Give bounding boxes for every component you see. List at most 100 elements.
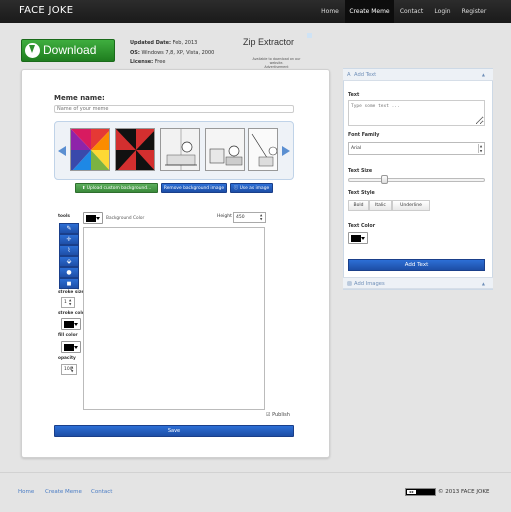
pencil-icon[interactable]: ✎ [59,223,79,234]
ad-download-button[interactable]: Download [21,39,115,62]
nav-home[interactable]: Home [315,0,345,23]
nav-login[interactable]: Login [429,0,456,23]
thumbnail-red-black[interactable] [115,128,155,171]
image-icon: ▨ [347,281,352,287]
text-color-swatch [351,235,361,242]
radial-pattern-icon [116,129,154,170]
add-text-header[interactable]: A Add Text ▲ [343,69,493,81]
creative-commons-icon[interactable]: cc [405,488,436,496]
ad-license-label: License: [130,59,154,65]
publish-label: Publish [272,412,290,418]
chevron-down-icon [74,323,78,326]
carousel-prev-icon[interactable] [58,146,66,156]
ad-small-line1: Available to download on our website. [252,57,301,65]
add-images-header-label: Add Images [354,281,385,287]
chevron-down-icon [361,237,365,240]
text-icon: A [347,72,351,78]
font-family-label: Font Family [348,133,380,138]
nav-contact[interactable]: Contact [394,0,429,23]
add-text-button[interactable]: Add Text [348,259,485,271]
meme-name-label: Meme name: [54,94,105,102]
opacity-label: opacity [58,356,76,361]
height-label: Height [217,214,232,219]
thumbnail-rage-comic-2[interactable] [205,128,245,171]
text-color-label: Text Color [348,224,376,229]
text-color-picker[interactable] [348,232,368,244]
text-size-slider-handle[interactable] [381,175,389,184]
stroke-size-label: stroke size [58,290,85,295]
save-button[interactable]: Save [54,425,294,437]
font-family-value: Arial [351,146,362,151]
ad-updated-value: Feb, 2013 [172,40,198,46]
publish-checkbox[interactable]: ☑ Publish [266,412,290,418]
background-color-picker[interactable] [83,212,103,224]
ad-info: Updated Date: Feb, 2013 OS: Windows 7,8,… [130,39,214,68]
use-as-image-label: Use as image [239,186,270,191]
fill-color-label: fill color [58,333,78,338]
comic-panel-icon [161,129,199,170]
spinner-arrows-icon[interactable]: ▲ ▼ [69,298,73,306]
thumbnail-rage-comic-1[interactable] [160,128,200,171]
opacity-input[interactable]: 100 ▲ ▼ [61,364,77,375]
ad-os-label: OS: [130,49,140,56]
ad-choices-icon[interactable] [307,33,312,38]
select-arrows-icon: ▲ ▼ [478,144,483,153]
copyright-text: © 2013 FACE JOKE [438,489,490,495]
ad-updated-label: Updated Date: [130,40,171,46]
underline-button[interactable]: Underline [392,200,430,211]
text-style-label: Text Style [348,191,375,196]
circle-icon[interactable]: ● [59,267,79,278]
ad-os-value: Windows 7,8, XP, Vista, 2000 [141,49,215,56]
meme-name-input[interactable] [54,105,294,113]
carousel-next-icon[interactable] [282,146,290,156]
use-as-image-button[interactable]: ⓘ Use as image [230,183,273,193]
move-icon[interactable]: ✛ [59,234,79,245]
text-label: Text [348,93,360,98]
footer-link-contact[interactable]: Contact [91,489,112,495]
chevron-down-icon [96,217,100,220]
remove-background-button[interactable]: Remove background image [161,183,227,193]
stroke-size-value: 1 [64,300,67,305]
thumbnail-rage-comic-3[interactable] [248,128,278,171]
text-size-slider[interactable] [348,178,485,182]
text-size-label: Text Size [348,169,373,174]
spinner-arrows-icon[interactable]: ▲ ▼ [260,213,264,221]
nav-register[interactable]: Register [456,0,492,23]
stroke-color-picker[interactable] [61,318,81,330]
ad-small-text: Available to download on our website. Ad… [249,57,304,69]
navbar: FACE JOKE Home Create Meme Contact Login… [0,0,511,23]
bold-button[interactable]: Bold [348,200,369,211]
footer-link-create-meme[interactable]: Create Meme [45,489,82,495]
tools-label: tools [58,214,70,219]
height-input[interactable]: 450 ▲ ▼ [233,212,266,223]
background-color-label: Background Color [106,216,145,221]
comic-panel-icon [249,129,277,170]
italic-button[interactable]: Italic [369,200,392,211]
bucket-icon[interactable]: ⬙ [59,256,79,267]
thumbnail-color-wheel[interactable] [70,128,110,171]
fill-color-swatch [64,344,74,351]
brand-logo[interactable]: FACE JOKE [19,5,73,16]
font-family-select[interactable]: Arial ▲ ▼ [348,142,485,155]
collapse-icon[interactable]: ▲ [482,69,485,81]
square-icon[interactable]: ■ [59,278,79,289]
nav-create-meme[interactable]: Create Meme [345,0,394,23]
download-arrow-icon [25,43,40,58]
add-images-header[interactable]: ▨ Add Images ▲ [343,277,493,289]
stroke-color-swatch [64,321,74,328]
spinner-arrows-icon[interactable]: ▲ ▼ [71,365,75,373]
expand-icon[interactable]: ▲ [482,278,485,290]
background-color-swatch [86,215,96,222]
stroke-size-input[interactable]: 1 ▲ ▼ [61,297,75,308]
fill-color-picker[interactable] [61,341,81,353]
height-value: 450 [236,215,245,220]
meme-canvas[interactable] [83,227,265,410]
upload-background-button[interactable]: ⬆ Upload custom background... [75,183,158,193]
text-input[interactable] [348,100,485,126]
color-wheel-icon [71,129,109,170]
ad-download-label: Download [43,43,97,57]
footer-link-home[interactable]: Home [18,489,34,495]
ad-title[interactable]: Zip Extractor [243,37,294,47]
ad-license-value: Free [154,59,166,65]
brush-icon[interactable]: ⌇ [59,245,79,256]
